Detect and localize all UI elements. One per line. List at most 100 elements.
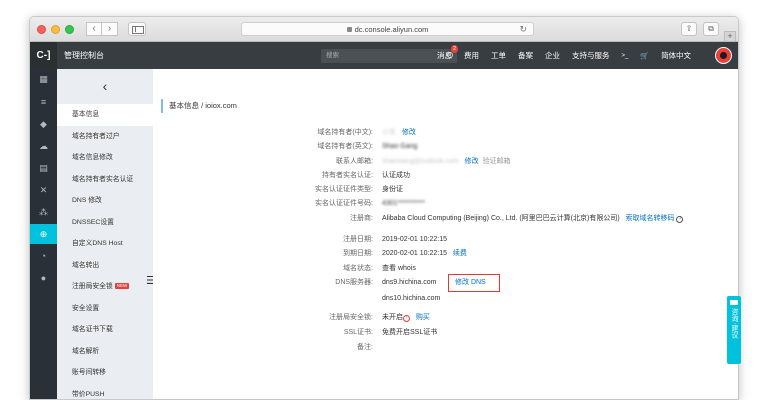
reload-icon[interactable]: ↻: [519, 23, 527, 36]
email-value-group: shaoxiang@outlook.com 修改 验证邮箱: [382, 155, 511, 169]
row-note: 备注:: [153, 341, 738, 355]
registrar-label: 注册商:: [350, 215, 373, 222]
cert-no-label: 实名认证证件号码:: [315, 200, 373, 207]
browser-window: ‹ › dc.console.aliyun.com ↻ ⇧ ⧉ + C‑] 管理…: [29, 16, 739, 400]
note-label: 备注:: [357, 344, 373, 351]
verify-email-link[interactable]: 验证邮箱: [483, 158, 511, 165]
consult-icon: [730, 300, 738, 305]
sidebar-item-security[interactable]: 安全设置: [57, 298, 153, 320]
dns2-value: dns10.hichina.com: [382, 295, 441, 302]
free-ssl-link[interactable]: 免费开启SSL证书: [382, 326, 437, 340]
sidebar-item-owner-transfer[interactable]: 域名持有者过户: [57, 126, 153, 148]
sidebar-item-dns-resolve[interactable]: 域名解析: [57, 341, 153, 363]
back-chevron-icon[interactable]: ‹: [57, 69, 153, 104]
terminal-icon[interactable]: >_: [622, 53, 629, 59]
cloud-icon[interactable]: ☁: [30, 136, 57, 156]
aliyun-logo[interactable]: C‑]: [30, 42, 57, 69]
dns1-value: dns9.hichina.com: [382, 279, 437, 286]
forward-button[interactable]: ›: [102, 22, 118, 36]
lock-icon: [346, 27, 352, 32]
url-text: dc.console.aliyun.com: [354, 25, 429, 34]
modify-owner-cn-link[interactable]: 修改: [402, 129, 416, 136]
row-cert-no: 实名认证证件号码: 4301**********: [153, 197, 738, 211]
sidebar-toggle-icon[interactable]: [128, 22, 146, 36]
consult-label: 咨询·建议: [731, 308, 738, 339]
sidebar-item-dns-host[interactable]: 自定义DNS Host: [57, 233, 153, 255]
server-icon[interactable]: ▤: [30, 158, 57, 178]
topnav-items: 消息 2 费用 工单 备案 企业 支持与服务 >_ 🛒 简体中文: [437, 42, 691, 69]
lock-label: 注册局安全锁:: [329, 314, 373, 321]
sidebar-item-registry-lock[interactable]: 注册局安全锁 NEW: [57, 276, 153, 298]
realname-value: 认证成功: [382, 172, 410, 179]
row-reg-date: 注册日期: 2019-02-01 10:22:15: [153, 233, 738, 247]
cert-type-label: 实名认证证件类型:: [315, 186, 373, 193]
help-icon[interactable]: ?: [676, 216, 684, 223]
row-status: 域名状态: 查看 whois: [153, 262, 738, 276]
address-bar[interactable]: dc.console.aliyun.com ↻: [241, 22, 534, 36]
new-tab-button[interactable]: +: [724, 31, 736, 42]
topnav-tickets[interactable]: 工单: [491, 50, 506, 61]
whois-link[interactable]: 查看 whois: [382, 262, 416, 276]
cert-no-value: 4301**********: [382, 200, 425, 207]
sidebar-item-cert-download[interactable]: 域名证书下载: [57, 319, 153, 341]
exp-date-value-group: 2020-02-01 10:22:15 续费: [382, 247, 467, 261]
history-nav: ‹ ›: [86, 22, 118, 36]
sidebar-item-transfer-out[interactable]: 域名转出: [57, 255, 153, 277]
buy-lock-link[interactable]: 购买: [416, 314, 430, 321]
cart-icon[interactable]: 🛒: [640, 52, 649, 60]
sidebar-item-realname[interactable]: 域名持有者实名认证: [57, 169, 153, 191]
email-label: 联系人邮箱:: [336, 158, 373, 165]
topnav-enterprise[interactable]: 企业: [545, 50, 560, 61]
row-realname: 持有者实名认证: 认证成功: [153, 169, 738, 183]
sidebar-item-basic-info[interactable]: 基本信息: [57, 104, 153, 126]
warning-icon: !: [403, 315, 410, 322]
auth-code-link[interactable]: 索取域名转移码: [626, 215, 675, 222]
modify-dns-link[interactable]: 修改 DNS: [455, 276, 486, 290]
domain-globe-icon[interactable]: ⊕: [30, 224, 57, 244]
topnav-support[interactable]: 支持与服务: [572, 50, 610, 61]
owner-en-value: Shao Gang: [382, 143, 418, 150]
cluster-icon[interactable]: ⁂: [30, 202, 57, 222]
console-topnav: C‑] 管理控制台 搜索 消息 2 费用 工单 备案 企业 支持与服务 >_ 🛒…: [30, 42, 738, 69]
topnav-icp[interactable]: 备案: [518, 50, 533, 61]
row-owner-en: 域名持有者(英文): Shao Gang: [153, 140, 738, 154]
window-controls: [37, 25, 74, 34]
cert-type-value: 身份证: [382, 186, 403, 193]
renew-link[interactable]: 续费: [453, 250, 467, 257]
product-iconbar: ▦ ≡ ◆ ☁ ▤ ✕ ⁂ ⊕ ◔ ●: [30, 69, 57, 399]
modify-email-link[interactable]: 修改: [465, 158, 479, 165]
message-count-badge: 2: [450, 45, 458, 53]
owner-cn-value-group: 小灰 修改: [382, 126, 416, 140]
sidebar-item-info-modify[interactable]: 域名信息修改: [57, 147, 153, 169]
circle-icon[interactable]: ●: [30, 268, 57, 288]
list-icon[interactable]: ≡: [30, 92, 57, 112]
lock-value: 未开启: [382, 314, 403, 321]
minimize-window-button[interactable]: [51, 25, 60, 34]
avatar[interactable]: [715, 47, 732, 64]
back-button[interactable]: ‹: [86, 22, 102, 36]
console-title[interactable]: 管理控制台: [64, 42, 104, 69]
main-content: 基本信息 / ioiox.com 域名持有者(中文): 小灰 修改 域名持有者(…: [153, 69, 738, 399]
network-icon[interactable]: ✕: [30, 180, 57, 200]
sidebar-item-push[interactable]: 带价PUSH: [57, 384, 153, 400]
topnav-messages[interactable]: 消息 2: [437, 45, 458, 61]
language-switch[interactable]: 简体中文: [661, 50, 691, 61]
sidebar-item-dns-modify[interactable]: DNS 修改: [57, 190, 153, 212]
share-icon[interactable]: ⇧: [681, 22, 697, 36]
shield-icon[interactable]: ◆: [30, 114, 57, 134]
reg-date-value: 2019-02-01 10:22:15: [382, 236, 447, 243]
sidebar-item-dnssec[interactable]: DNSSEC设置: [57, 212, 153, 234]
pie-icon[interactable]: ◔: [30, 246, 57, 266]
close-window-button[interactable]: [37, 25, 46, 34]
consult-suggest-button[interactable]: 咨询·建议: [727, 296, 741, 364]
owner-cn-value: 小灰: [382, 129, 396, 136]
sidebar-item-account-transfer[interactable]: 账号间转移: [57, 362, 153, 384]
row-dns: DNS服务器: dns9.hichina.com: [153, 276, 738, 290]
topnav-billing[interactable]: 费用: [464, 50, 479, 61]
grid-icon[interactable]: ▦: [30, 69, 57, 89]
exp-date-value: 2020-02-01 10:22:15: [382, 250, 447, 257]
tabs-overview-icon[interactable]: ⧉: [703, 22, 719, 36]
new-badge: NEW: [114, 283, 130, 289]
sidebar-item-label: 注册局安全锁: [72, 283, 113, 290]
zoom-window-button[interactable]: [65, 25, 74, 34]
